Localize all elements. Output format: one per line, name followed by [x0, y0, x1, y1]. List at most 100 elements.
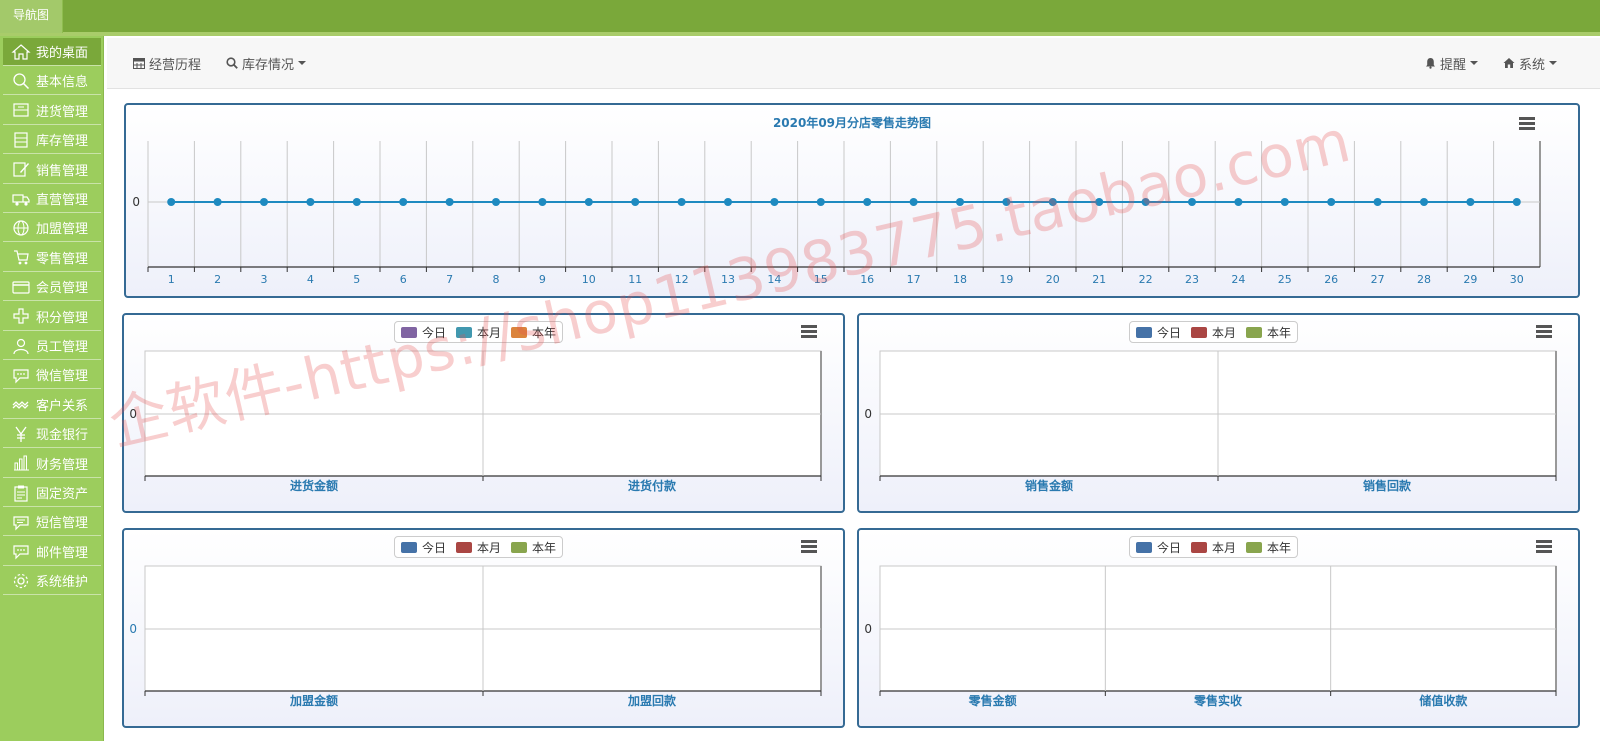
sidebar-item-label: 现金银行: [36, 428, 89, 444]
sidebar-item-7[interactable]: 零售管理: [3, 244, 101, 272]
legend-label: 本年: [532, 540, 557, 555]
x-tick-label: 12: [675, 273, 689, 286]
data-point[interactable]: [1280, 198, 1289, 206]
sidebar-item-2[interactable]: 进货管理: [3, 97, 101, 125]
legend-item[interactable]: 本月: [456, 324, 501, 341]
legend-item[interactable]: 今日: [1136, 539, 1181, 556]
legend-swatch: [456, 326, 473, 338]
sidebar-item-8[interactable]: 会员管理: [3, 273, 101, 302]
data-point[interactable]: [1373, 198, 1382, 206]
legend-item[interactable]: 本月: [1191, 539, 1236, 556]
sidebar-item-15[interactable]: 固定资产: [3, 479, 101, 507]
x-tick-label: 零售实收: [1193, 693, 1242, 708]
globe-icon: [11, 218, 31, 238]
legend-swatch: [401, 326, 417, 338]
legend-item[interactable]: 本年: [511, 324, 556, 341]
data-point[interactable]: [1466, 198, 1475, 206]
bar-chart: 0 加盟金额 加盟回款: [129, 565, 822, 708]
data-point[interactable]: [399, 198, 408, 206]
x-tick-label: 11: [628, 273, 642, 286]
data-point[interactable]: [1141, 198, 1150, 206]
chart-menu-icon[interactable]: [798, 321, 820, 341]
reminder-dropdown[interactable]: 提醒: [1425, 38, 1479, 88]
sms-icon: [11, 512, 31, 532]
chart-menu-icon[interactable]: [1533, 536, 1555, 556]
sidebar-item-label: 员工管理: [36, 340, 89, 355]
inventory-label: 库存情况: [242, 57, 295, 73]
data-point[interactable]: [1420, 198, 1428, 206]
data-point[interactable]: [306, 198, 315, 206]
sidebar-item-0[interactable]: 我的桌面: [3, 38, 101, 66]
data-point[interactable]: [816, 198, 825, 206]
inventory-dropdown[interactable]: 库存情况: [226, 38, 307, 88]
data-point[interactable]: [1002, 198, 1011, 206]
sidebar-item-label: 直营管理: [36, 193, 89, 208]
x-tick-label: 6: [400, 273, 407, 286]
sidebar-item-5[interactable]: 直营管理: [3, 185, 101, 213]
legend-swatch: [1136, 326, 1152, 338]
data-point[interactable]: [260, 198, 268, 206]
data-point[interactable]: [770, 198, 779, 206]
legend-item[interactable]: 本月: [1191, 324, 1236, 341]
legend-item[interactable]: 今日: [1136, 324, 1181, 341]
data-point[interactable]: [167, 198, 176, 206]
data-point[interactable]: [1512, 198, 1521, 206]
legend-item[interactable]: 今日: [401, 324, 446, 341]
sidebar-item-label: 邮件管理: [36, 545, 89, 561]
data-point[interactable]: [492, 198, 500, 206]
data-point[interactable]: [213, 198, 222, 206]
sidebar-item-16[interactable]: 短信管理: [3, 508, 101, 537]
data-point[interactable]: [677, 198, 686, 206]
chart-menu-icon[interactable]: [798, 536, 820, 556]
history-button[interactable]: 经营历程: [133, 38, 201, 88]
data-point[interactable]: [1048, 198, 1057, 206]
legend-item[interactable]: 本年: [1246, 324, 1291, 341]
sidebar-item-label: 会员管理: [36, 281, 89, 297]
sidebar-item-label: 零售管理: [36, 251, 89, 267]
sidebar-item-12[interactable]: 客户关系: [3, 391, 101, 419]
legend-item[interactable]: 今日: [401, 539, 446, 556]
main-header: 经营历程 库存情况 提醒 系统: [107, 38, 1600, 89]
sidebar-item-9[interactable]: 积分管理: [3, 303, 101, 331]
chart-menu-icon[interactable]: [1516, 113, 1538, 133]
data-point[interactable]: [445, 198, 454, 206]
sidebar-item-13[interactable]: 现金银行: [3, 420, 101, 449]
chart-menu-icon[interactable]: [1533, 321, 1555, 341]
sidebar-item-11[interactable]: 微信管理: [3, 361, 101, 390]
data-point[interactable]: [1095, 198, 1104, 206]
data-point[interactable]: [1234, 198, 1243, 206]
legend-label: 本年: [532, 325, 557, 340]
data-point[interactable]: [1327, 198, 1336, 206]
data-point[interactable]: [956, 198, 964, 206]
data-point[interactable]: [352, 198, 361, 206]
sidebar-item-1[interactable]: 基本信息: [3, 67, 101, 96]
chat-icon: [11, 365, 31, 385]
data-point[interactable]: [724, 198, 732, 206]
sales-trend-panel: 2020年09月分店零售走势图 0 1 2 3 4 5 6 7 8 9 10 11 12 13 14 15 16 1…: [124, 103, 1580, 298]
sidebar-item-4[interactable]: 销售管理: [3, 156, 101, 184]
data-point[interactable]: [909, 198, 918, 206]
sidebar-item-3[interactable]: 库存管理: [3, 126, 101, 155]
legend-item[interactable]: 本年: [1246, 539, 1291, 556]
sidebar-item-label: 基本信息: [36, 75, 89, 91]
data-point[interactable]: [1188, 198, 1196, 206]
sidebar-item-17[interactable]: 邮件管理: [3, 538, 101, 566]
sidebar-item-label: 我的桌面: [36, 46, 89, 61]
sidebar-item-14[interactable]: 财务管理: [3, 450, 101, 478]
data-point[interactable]: [631, 198, 640, 206]
chevron-down-icon: [1549, 61, 1558, 65]
data-point[interactable]: [584, 198, 593, 206]
data-point[interactable]: [863, 198, 872, 206]
legend-item[interactable]: 本月: [456, 539, 501, 556]
x-tick-label: 加盟回款: [627, 693, 677, 708]
reminder-label: 提醒: [1440, 57, 1467, 73]
nav-map-tab[interactable]: 导航图: [0, 0, 63, 33]
sidebar-item-18[interactable]: 系统维护: [3, 567, 101, 596]
sidebar-item-6[interactable]: 加盟管理: [3, 214, 101, 243]
system-label: 系统: [1519, 57, 1546, 73]
legend-item[interactable]: 本年: [511, 539, 556, 556]
sidebar-item-10[interactable]: 员工管理: [3, 332, 101, 360]
system-dropdown[interactable]: 系统: [1503, 38, 1558, 88]
data-point[interactable]: [538, 198, 547, 206]
chevron-down-icon: [1470, 61, 1479, 65]
